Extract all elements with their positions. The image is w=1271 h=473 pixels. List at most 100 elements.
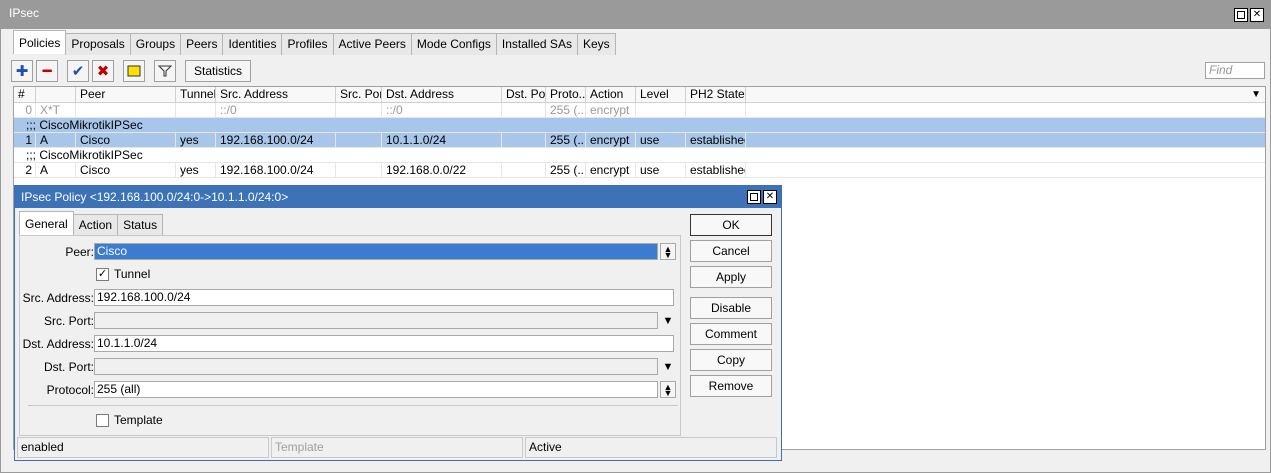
- src-address-label: Src. Address:: [22, 291, 94, 305]
- table-header: # Peer Tunnel Src. Address Src. Port Dst…: [14, 87, 1265, 103]
- dialog-tabs: General Action Status: [19, 211, 164, 236]
- status-enabled: enabled: [17, 437, 269, 458]
- dst-port-row: Dst. Port: ▼: [20, 358, 680, 376]
- tunnel-checkbox-row[interactable]: ✓ Tunnel: [96, 266, 150, 282]
- protocol-select[interactable]: 255 (all): [94, 381, 658, 398]
- maximize-icon[interactable]: [1234, 8, 1248, 22]
- col-peer[interactable]: Peer: [76, 87, 176, 103]
- dialog-tab-general[interactable]: General: [19, 211, 74, 235]
- enable-check-icon[interactable]: ✔: [67, 60, 89, 82]
- columns-dropdown-icon[interactable]: ▼: [1251, 90, 1261, 100]
- comment-button[interactable]: Comment: [690, 323, 772, 345]
- tab-policies[interactable]: Policies: [13, 30, 67, 54]
- peer-select[interactable]: Cisco: [94, 243, 658, 260]
- row-comment[interactable]: ;;; CiscoMikrotikIPSec: [14, 148, 1265, 163]
- dialog-maximize-icon[interactable]: [747, 190, 761, 204]
- peer-dropdown-icon[interactable]: ▲ ▼: [660, 243, 676, 260]
- row-src-port: [336, 163, 382, 178]
- row-peer: Cisco: [76, 163, 176, 178]
- disable-button[interactable]: Disable: [690, 297, 772, 319]
- tab-mode-configs[interactable]: Mode Configs: [410, 33, 497, 55]
- dialog-tab-action[interactable]: Action: [72, 214, 119, 236]
- col-src-port[interactable]: Src. Port: [336, 87, 382, 103]
- row-proto: 255 (...: [546, 103, 586, 118]
- protocol-label: Protocol:: [46, 383, 94, 397]
- col-action[interactable]: Action: [586, 87, 636, 103]
- dst-address-row: Dst. Address: 10.1.1.0/24: [20, 335, 680, 353]
- row-flags: A: [36, 163, 76, 178]
- status-active: Active: [525, 437, 777, 458]
- table-row[interactable]: 2 A Cisco yes 192.168.100.0/24 192.168.0…: [14, 163, 1265, 178]
- tab-identities[interactable]: Identities: [222, 33, 283, 55]
- disable-x-icon[interactable]: ✖: [92, 60, 114, 82]
- tunnel-checkbox[interactable]: ✓: [96, 267, 109, 281]
- row-action: encrypt: [586, 103, 636, 118]
- copy-button[interactable]: Copy: [690, 349, 772, 371]
- protocol-row: Protocol: 255 (all) ▲ ▼: [20, 381, 680, 399]
- tab-keys[interactable]: Keys: [576, 33, 616, 55]
- dst-address-input[interactable]: 10.1.1.0/24: [94, 335, 674, 352]
- form-divider: [28, 405, 678, 406]
- dst-port-dropdown-icon[interactable]: ▼: [660, 358, 676, 375]
- row-proto: 255 (...: [546, 163, 586, 178]
- col-src-address[interactable]: Src. Address: [216, 87, 336, 103]
- tab-installed-sas[interactable]: Installed SAs: [495, 33, 578, 55]
- src-port-dropdown-icon[interactable]: ▼: [660, 312, 676, 329]
- peer-value: Cisco: [95, 244, 657, 259]
- col-num[interactable]: #: [14, 87, 36, 103]
- row-peer: [76, 103, 176, 118]
- close-icon[interactable]: ✕: [1250, 8, 1264, 22]
- find-input[interactable]: Find: [1205, 62, 1265, 79]
- dst-port-label: Dst. Port:: [43, 360, 94, 374]
- filter-icon[interactable]: [154, 60, 176, 82]
- col-level[interactable]: Level: [636, 87, 686, 103]
- comment-note-icon[interactable]: [123, 60, 145, 82]
- peer-row: Peer: Cisco ▲ ▼: [20, 243, 680, 261]
- tab-peers[interactable]: Peers: [180, 33, 224, 55]
- tab-groups[interactable]: Groups: [129, 33, 182, 55]
- col-tunnel[interactable]: Tunnel: [176, 87, 216, 103]
- row-src-port: [336, 133, 382, 148]
- col-dst-port[interactable]: Dst. Port: [502, 87, 546, 103]
- table-row[interactable]: 0 X*T ::/0 ::/0 255 (... encrypt: [14, 103, 1265, 118]
- statistics-button[interactable]: Statistics: [185, 60, 252, 82]
- template-checkbox-row[interactable]: Template: [96, 412, 163, 428]
- row-num: 1: [14, 133, 36, 148]
- row-src-port: [336, 103, 382, 118]
- ok-button[interactable]: OK: [690, 214, 772, 236]
- dst-port-input[interactable]: [94, 358, 658, 375]
- add-icon[interactable]: ✚: [11, 60, 33, 82]
- col-ph2-state[interactable]: PH2 State: [686, 87, 746, 103]
- tab-proposals[interactable]: Proposals: [65, 33, 131, 55]
- col-flags[interactable]: [36, 87, 76, 103]
- tab-profiles[interactable]: Profiles: [281, 33, 334, 55]
- dialog-statusbar: enabled Template Active: [17, 437, 779, 458]
- template-label: Template: [114, 413, 163, 427]
- src-address-input[interactable]: 192.168.100.0/24: [94, 289, 674, 306]
- dialog-close-icon[interactable]: ✕: [763, 190, 777, 204]
- dialog-titlebar[interactable]: IPsec Policy <192.168.100.0/24:0->10.1.1…: [15, 186, 781, 208]
- row-src: 192.168.100.0/24: [216, 163, 336, 178]
- remove-button[interactable]: Remove: [690, 375, 772, 397]
- row-comment[interactable]: ;;; CiscoMikrotikIPSec: [14, 118, 1265, 133]
- col-protocol[interactable]: Proto...: [546, 87, 586, 103]
- protocol-dropdown-icon[interactable]: ▲ ▼: [660, 381, 676, 398]
- col-dst-address[interactable]: Dst. Address: [382, 87, 502, 103]
- dialog-tab-status[interactable]: Status: [117, 214, 164, 236]
- toolbar: ✚ ━ ✔ ✖ Statistics: [11, 59, 252, 83]
- row-peer: Cisco: [76, 133, 176, 148]
- apply-button[interactable]: Apply: [690, 266, 772, 288]
- status-template: Template: [271, 437, 523, 458]
- table-row[interactable]: 1 A Cisco yes 192.168.100.0/24 10.1.1.0/…: [14, 133, 1265, 148]
- ipsec-policy-dialog: IPsec Policy <192.168.100.0/24:0->10.1.1…: [14, 185, 782, 461]
- window-title: IPsec: [9, 6, 40, 20]
- template-checkbox[interactable]: [96, 413, 109, 427]
- src-port-input[interactable]: [94, 312, 658, 329]
- cancel-button[interactable]: Cancel: [690, 240, 772, 262]
- row-tunnel: yes: [176, 163, 216, 178]
- row-proto: 255 (...: [546, 133, 586, 148]
- row-dst-port: [502, 163, 546, 178]
- tab-active-peers[interactable]: Active Peers: [332, 33, 412, 55]
- row-action: encrypt: [586, 133, 636, 148]
- remove-icon[interactable]: ━: [36, 60, 58, 82]
